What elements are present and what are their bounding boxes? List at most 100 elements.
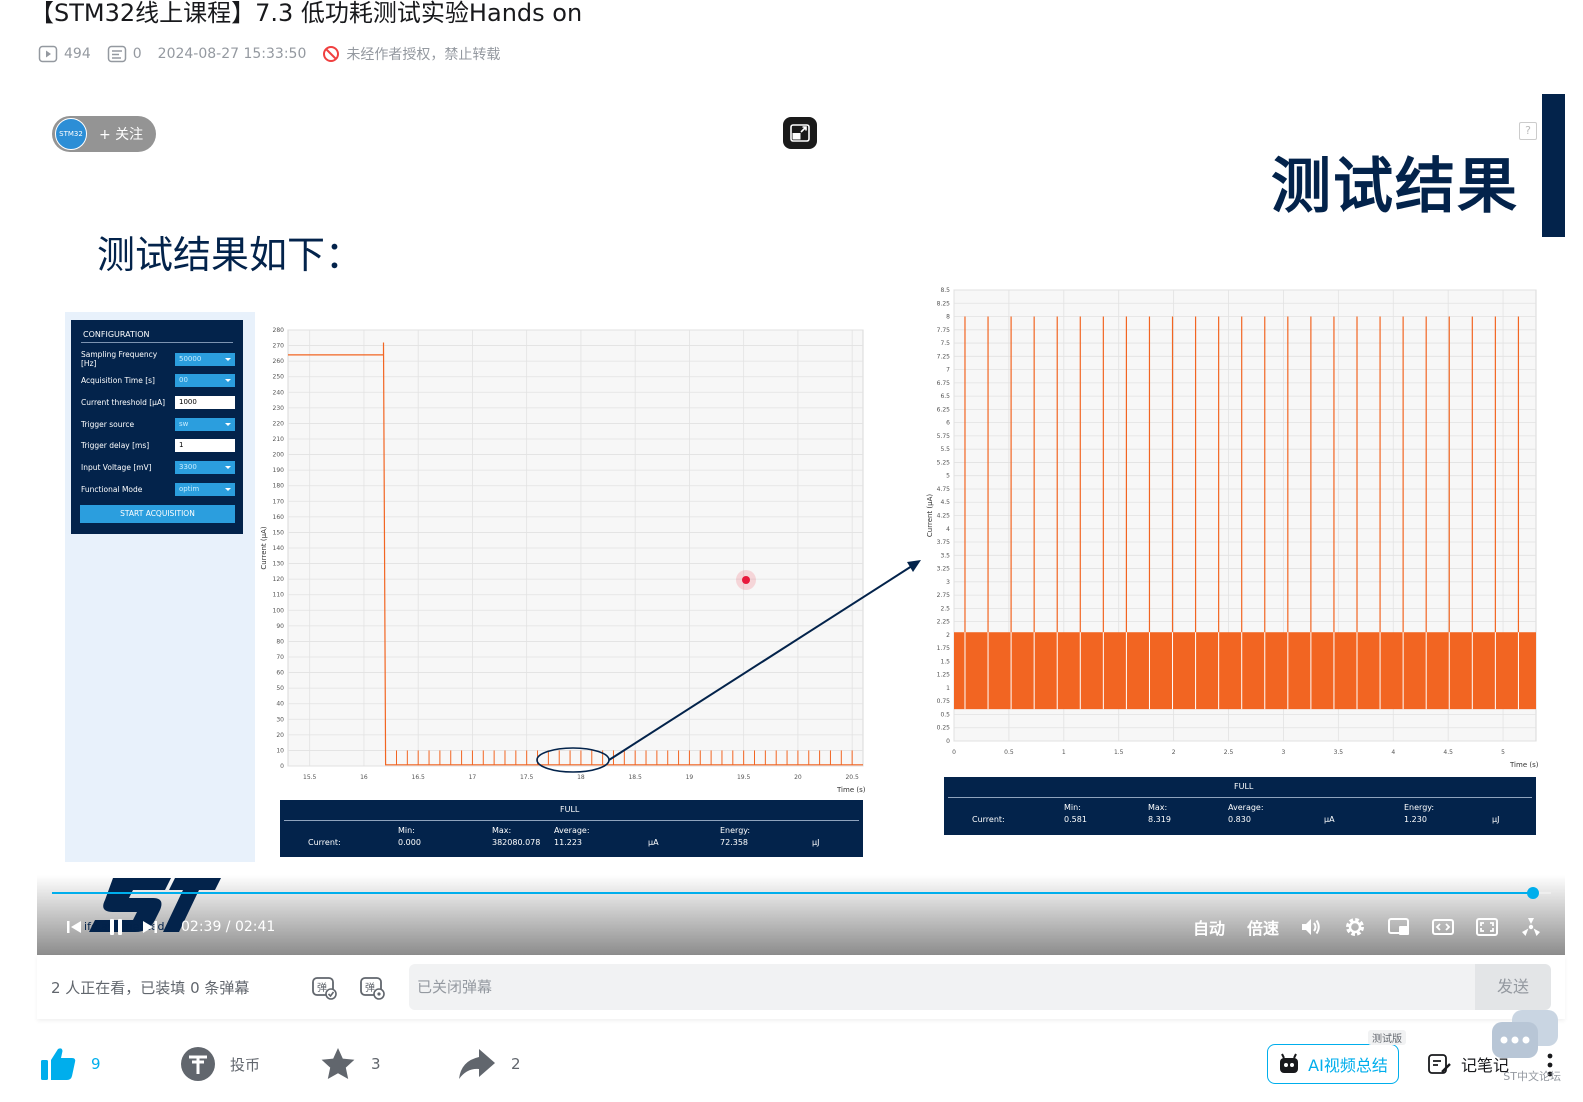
y-tick-label: 2.25 — [937, 619, 951, 626]
y-tick-label: 1.5 — [940, 658, 950, 665]
table-cell: 0.830 — [1228, 815, 1251, 824]
x-tick-label: 19.5 — [737, 774, 751, 781]
x-tick-label: 0.5 — [1004, 749, 1014, 756]
x-axis-label: Time (s) — [836, 786, 866, 794]
quality-button[interactable]: 自动 — [1193, 915, 1225, 939]
table-col-title: Average: — [1228, 803, 1264, 812]
y-tick-label: 3.5 — [940, 552, 950, 559]
y-tick-label: 8 — [946, 314, 950, 321]
table-col-title: Energy: — [1404, 803, 1435, 812]
coin-button[interactable]: 投币 — [180, 1044, 260, 1084]
x-tick-label: 16.5 — [412, 774, 426, 781]
widescreen-button[interactable] — [1431, 916, 1455, 938]
progress-bar[interactable] — [52, 887, 1551, 899]
y-tick-label: 3 — [946, 579, 950, 586]
mini-player-button[interactable] — [1387, 916, 1411, 938]
follow-label: + 关注 — [99, 127, 144, 143]
share-arrow-icon — [459, 1049, 495, 1079]
speed-button[interactable]: 倍速 — [1247, 915, 1279, 939]
y-tick-label: 5 — [946, 473, 950, 480]
danmaku-settings-icon[interactable]: 弹 — [359, 974, 385, 1000]
y-tick-label: 5.75 — [937, 433, 951, 440]
share-button[interactable]: 2 — [457, 1044, 521, 1084]
x-tick-label: 20 — [794, 774, 802, 781]
x-axis-label: Time (s) — [1509, 761, 1539, 769]
favorite-count: 3 — [371, 1055, 381, 1073]
y-tick-label: 7 — [946, 367, 950, 374]
x-tick-label: 20.5 — [845, 774, 859, 781]
table-col-title: Energy: — [720, 826, 751, 835]
follow-button[interactable]: STM32 + 关注 — [52, 116, 156, 152]
x-tick-label: 2.5 — [1224, 749, 1234, 756]
table-col-title: Max: — [492, 826, 512, 835]
table-row-label: Current: — [972, 815, 1005, 824]
progress-knob[interactable] — [1527, 887, 1539, 899]
time-display: 02:39 / 02:41 — [181, 919, 276, 935]
mini-player-icon — [1388, 918, 1409, 935]
play-count-icon — [38, 45, 58, 63]
notes-icon — [1428, 1054, 1451, 1074]
danmaku-count-icon — [107, 45, 126, 63]
table-cell: µJ — [1492, 815, 1500, 824]
send-button[interactable]: 发送 — [1475, 964, 1551, 1010]
x-tick-label: 16 — [360, 774, 368, 781]
y-tick-label: 200 — [273, 452, 285, 459]
next-icon[interactable] — [141, 918, 159, 936]
y-tick-label: 3.25 — [937, 566, 951, 573]
danmaku-input[interactable]: 已关闭弹幕 — [409, 964, 1475, 1010]
x-tick-label: 17 — [469, 774, 477, 781]
publish-time: 2024-08-27 15:33:50 — [157, 46, 307, 62]
like-button[interactable]: 9 — [39, 1044, 101, 1084]
y-tick-label: 10 — [276, 747, 284, 754]
uploader-avatar[interactable]: STM32 — [55, 118, 87, 150]
action-toolbar: 9 投币 3 2 AI视频总结 测试版 记笔记 — [37, 1030, 1565, 1092]
settings-button[interactable] — [1343, 915, 1367, 939]
y-tick-label: 170 — [273, 498, 285, 505]
y-tick-label: 0.75 — [937, 698, 951, 705]
chat-bubble-icon[interactable] — [1490, 1008, 1560, 1064]
y-tick-label: 5.5 — [940, 446, 950, 453]
prev-icon[interactable] — [65, 918, 83, 936]
video-player[interactable]: ? 测试结果 测试结果如下： CONFIGURATION Sampling Fr… — [37, 94, 1565, 955]
controls-right: 自动 倍速 — [1171, 914, 1543, 940]
view-count: 494 — [38, 45, 91, 63]
y-tick-label: 90 — [276, 623, 284, 630]
right-result-table: FULL Current: Min: 0.581 Max: 8.319 Average: 0.… — [944, 777, 1536, 835]
y-tick-label: 2 — [946, 632, 950, 639]
volume-icon — [1302, 919, 1320, 935]
ai-summary-button[interactable]: AI视频总结 — [1267, 1044, 1399, 1084]
forbidden-icon — [323, 46, 340, 62]
x-tick-label: 5 — [1501, 749, 1505, 756]
fullscreen-button[interactable] — [1519, 915, 1543, 939]
y-tick-label: 80 — [276, 638, 284, 645]
web-fullscreen-icon — [1476, 918, 1498, 936]
y-tick-label: 40 — [276, 701, 284, 708]
x-tick-label: 1 — [1062, 749, 1066, 756]
x-tick-label: 1.5 — [1114, 749, 1124, 756]
pip-button[interactable] — [783, 117, 817, 149]
danmaku-toggle-icon[interactable]: 弹 — [311, 974, 337, 1000]
y-tick-label: 6.25 — [937, 406, 951, 413]
left-result-table: FULL Current: Min: 0.000 Max: 382080.078 Avera… — [280, 800, 863, 857]
zoom-arrow-head — [907, 560, 921, 572]
x-tick-label: 19 — [686, 774, 694, 781]
table-header: FULL — [1234, 782, 1254, 791]
watching-info: 2 人正在看，已装填 0 条弹幕 — [51, 979, 250, 997]
table-cell: 11.223 — [554, 838, 582, 847]
table-col-title: Min: — [1064, 803, 1081, 812]
y-tick-label: 150 — [273, 529, 285, 536]
svg-text:弹: 弹 — [365, 981, 375, 994]
y-tick-label: 230 — [273, 405, 285, 412]
robot-icon — [1280, 1053, 1299, 1073]
pause-icon[interactable] — [105, 916, 127, 938]
y-tick-label: 6.5 — [940, 393, 950, 400]
table-cell: 72.358 — [720, 838, 748, 847]
volume-button[interactable] — [1299, 916, 1323, 938]
y-tick-label: 1 — [946, 685, 950, 692]
y-tick-label: 6 — [946, 420, 950, 427]
favorite-button[interactable]: 3 — [319, 1044, 381, 1084]
y-tick-label: 1.75 — [937, 645, 951, 652]
table-row-label: Current: — [308, 838, 341, 847]
web-fullscreen-button[interactable] — [1475, 916, 1499, 938]
star-icon — [321, 1048, 355, 1079]
